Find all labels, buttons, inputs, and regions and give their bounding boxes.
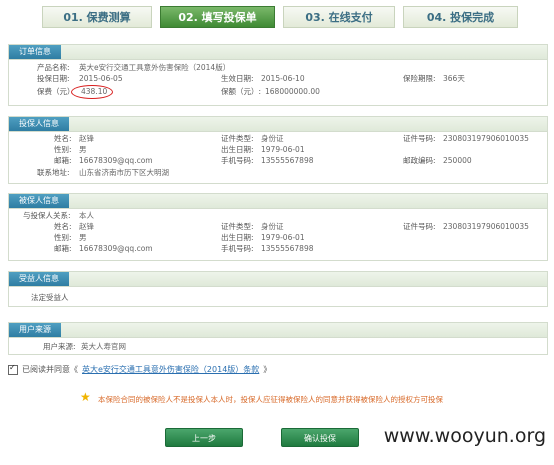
progress-steps: 01. 保费测算 02. 填写投保单 03. 在线支付 04. 投保完成 (42, 6, 522, 28)
insured-idno-value: 230803197906010035 (443, 222, 529, 231)
start-date-value: 2015-06-05 (79, 74, 123, 83)
applicant-zip-value: 250000 (443, 156, 472, 165)
insured-gender-value: 男 (79, 233, 87, 242)
period-value: 366天 (443, 74, 465, 83)
terms-link[interactable]: 英大e安行交通工具意外伤害保险（2014版）条款 (82, 364, 259, 375)
user-source-section: 用户来源 用户来源: 英大人寿官网 (8, 322, 548, 355)
step-complete: 04. 投保完成 (403, 6, 518, 28)
agree-checkbox[interactable] (8, 363, 18, 375)
applicant-idno-label: 证件号码: (403, 134, 436, 143)
insured-gender-label: 性别: (54, 233, 72, 242)
applicant-birth-label: 出生日期: (221, 145, 254, 154)
applicant-gender-value: 男 (79, 145, 87, 154)
insured-name-value: 赵锋 (79, 222, 94, 231)
step-online-payment: 03. 在线支付 (283, 6, 395, 28)
beneficiary-value: 法定受益人 (31, 293, 69, 302)
coverage-label: 保额（元）: (221, 87, 262, 96)
period-label: 保险期限: (403, 74, 436, 83)
insured-relation-value: 本人 (79, 211, 94, 220)
insured-idno-label: 证件号码: (403, 222, 436, 231)
confirm-insure-button[interactable]: 确认投保 (281, 428, 359, 447)
user-source-title: 用户来源 (9, 323, 61, 337)
insured-name-label: 姓名: (54, 222, 72, 231)
user-source-value: 英大人寿官网 (81, 342, 126, 351)
insured-phone-value: 13555567898 (261, 244, 314, 253)
premium-highlight-circle (71, 85, 113, 99)
coverage-value: 168000000.00 (265, 87, 320, 96)
applicant-phone-value: 13555567898 (261, 156, 314, 165)
insured-birth-value: 1979-06-01 (261, 233, 305, 242)
applicant-name-value: 赵锋 (79, 134, 94, 143)
premium-label: 保费（元） (37, 87, 75, 96)
applicant-idtype-label: 证件类型: (221, 134, 254, 143)
step-fill-form: 02. 填写投保单 (160, 6, 275, 28)
insured-idtype-value: 身份证 (261, 222, 284, 231)
applicant-phone-label: 手机号码: (221, 156, 254, 165)
watermark-text: www.wooyun.org (383, 425, 546, 447)
applicant-address-value: 山东省济南市历下区大明湖 (79, 168, 169, 177)
insured-info-title: 被保人信息 (9, 194, 69, 208)
effective-date-value: 2015-06-10 (261, 74, 305, 83)
applicant-idno-value: 230803197906010035 (443, 134, 529, 143)
insured-phone-label: 手机号码: (221, 244, 254, 253)
applicant-zip-label: 邮政编码: (403, 156, 436, 165)
prev-step-button[interactable]: 上一步 (165, 428, 243, 447)
applicant-idtype-value: 身份证 (261, 134, 284, 143)
agree-prefix: 已阅读并同意《 (22, 365, 78, 374)
star-icon: ★ (80, 390, 91, 404)
effective-date-label: 生效日期: (221, 74, 254, 83)
applicant-gender-label: 性别: (54, 145, 72, 154)
product-value: 英大e安行交通工具意外伤害保险（2014版） (79, 63, 231, 72)
start-date-label: 投保日期: (37, 74, 70, 83)
product-label: 产品名称: (37, 63, 70, 72)
notice-text: 本保险合同的被保险人不是投保人本人时，投保人应征得被保险人的同意并获得被保险人的… (98, 395, 443, 404)
beneficiary-info-title: 受益人信息 (9, 272, 69, 286)
applicant-email-value: 16678309@qq.com (79, 156, 153, 165)
insured-birth-label: 出生日期: (221, 233, 254, 242)
applicant-birth-value: 1979-06-01 (261, 145, 305, 154)
insured-relation-label: 与投保人关系: (23, 211, 71, 220)
insured-info-section: 被保人信息 与投保人关系: 本人 姓名: 赵锋 证件类型: 身份证 证件号码: … (8, 193, 548, 261)
applicant-info-title: 投保人信息 (9, 117, 69, 131)
insured-idtype-label: 证件类型: (221, 222, 254, 231)
insured-email-value: 16678309@qq.com (79, 244, 153, 253)
applicant-address-label: 联系地址: (37, 168, 70, 177)
beneficiary-info-section: 受益人信息 法定受益人 (8, 271, 548, 307)
order-info-title: 订单信息 (9, 45, 61, 59)
agreement-row: 已阅读并同意《 英大e安行交通工具意外伤害保险（2014版）条款 》 (8, 363, 272, 375)
applicant-name-label: 姓名: (54, 134, 72, 143)
order-info-section: 订单信息 产品名称: 英大e安行交通工具意外伤害保险（2014版） 投保日期: … (8, 44, 548, 106)
applicant-info-section: 投保人信息 姓名: 赵锋 证件类型: 身份证 证件号码: 23080319790… (8, 116, 548, 184)
insured-email-label: 邮箱: (54, 244, 72, 253)
step-premium-calc: 01. 保费测算 (42, 6, 152, 28)
agree-suffix: 》 (263, 365, 272, 374)
user-source-label: 用户来源: (43, 342, 76, 351)
applicant-email-label: 邮箱: (54, 156, 72, 165)
